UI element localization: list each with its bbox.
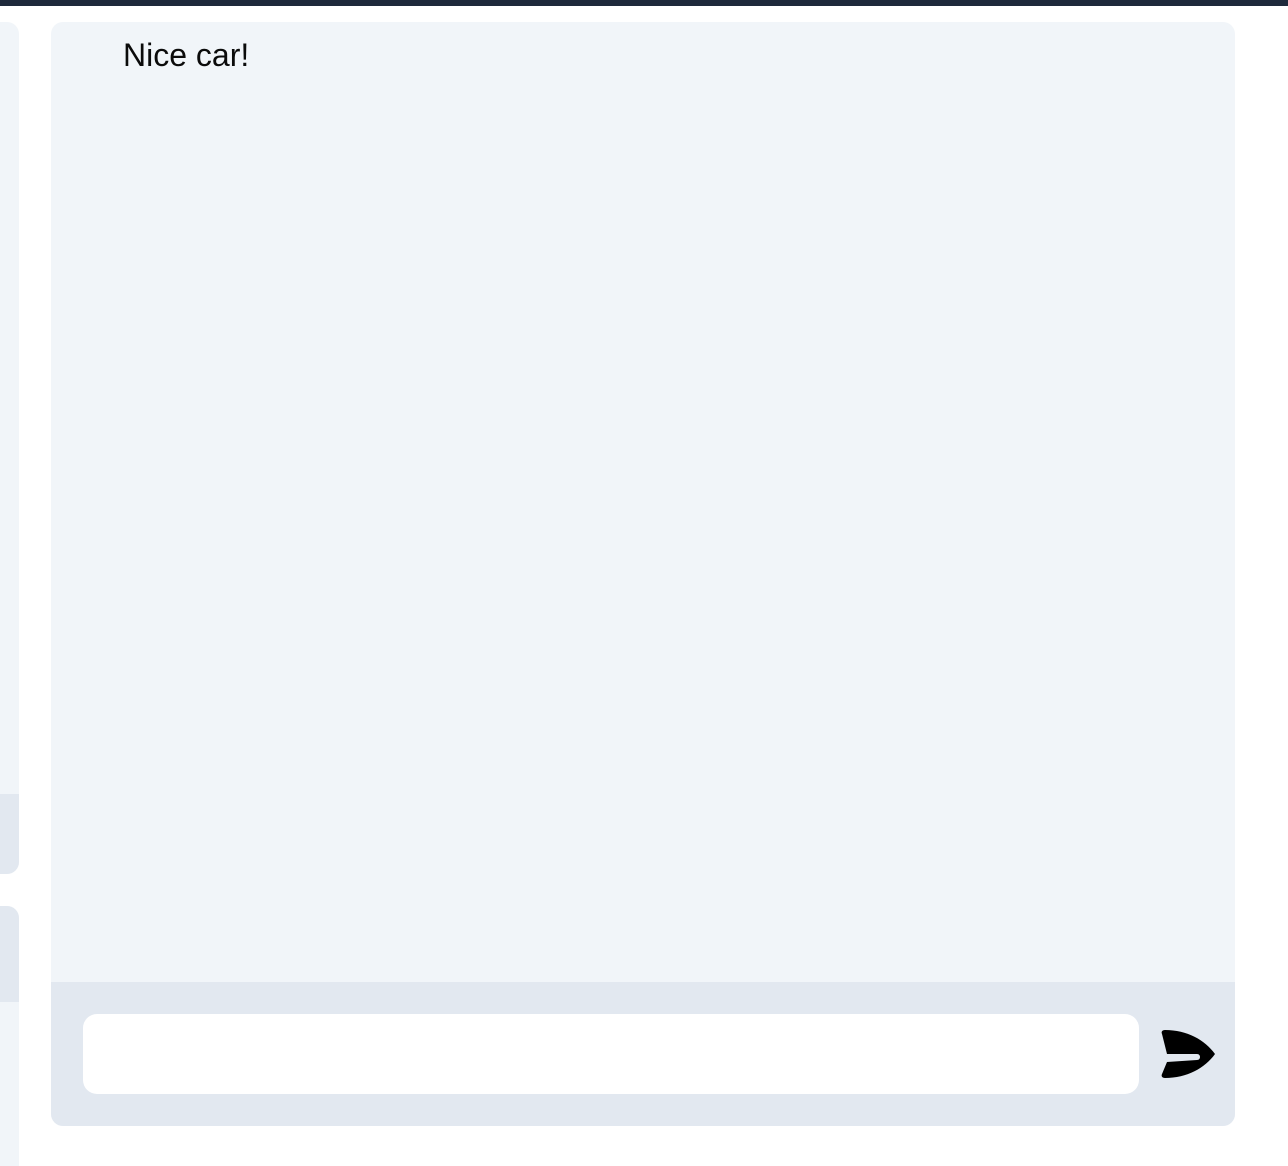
left-sidebar-lower-panel bbox=[0, 906, 19, 1166]
left-sidebar-footer bbox=[0, 794, 19, 874]
chat-panel: Nice car! bbox=[51, 22, 1235, 1126]
send-icon bbox=[1161, 1030, 1215, 1078]
message-list: Nice car! bbox=[51, 22, 1235, 982]
left-sidebar-panel bbox=[0, 22, 19, 874]
left-lower-panel-header bbox=[0, 906, 19, 1002]
send-button[interactable] bbox=[1159, 1026, 1219, 1082]
message-composer bbox=[51, 982, 1235, 1126]
chat-message: Nice car! bbox=[123, 37, 250, 73]
top-bar bbox=[0, 0, 1288, 6]
message-input[interactable] bbox=[83, 1014, 1139, 1094]
